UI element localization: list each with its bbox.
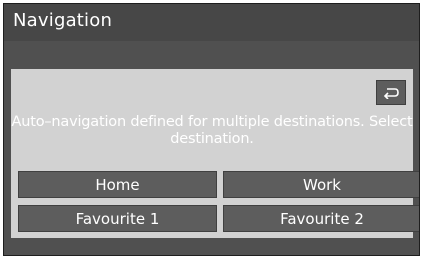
- dialog-message: Auto–navigation defined for multiple des…: [11, 114, 413, 148]
- message-line-2: destination.: [170, 131, 254, 147]
- header-bar: Navigation: [4, 4, 419, 41]
- destination-dialog: Auto–navigation defined for multiple des…: [11, 69, 419, 238]
- message-line-1: Auto–navigation defined for multiple des…: [11, 114, 413, 130]
- favourite-2-button[interactable]: Favourite 2: [223, 205, 419, 232]
- back-button[interactable]: [376, 80, 406, 105]
- home-button[interactable]: Home: [18, 171, 217, 198]
- page-title: Navigation: [13, 10, 113, 31]
- favourite-1-button[interactable]: Favourite 1: [18, 205, 217, 232]
- work-button[interactable]: Work: [223, 171, 419, 198]
- return-arrow-icon: [382, 87, 400, 99]
- navigation-screen: Navigation Auto–navigation defined for m…: [3, 3, 420, 256]
